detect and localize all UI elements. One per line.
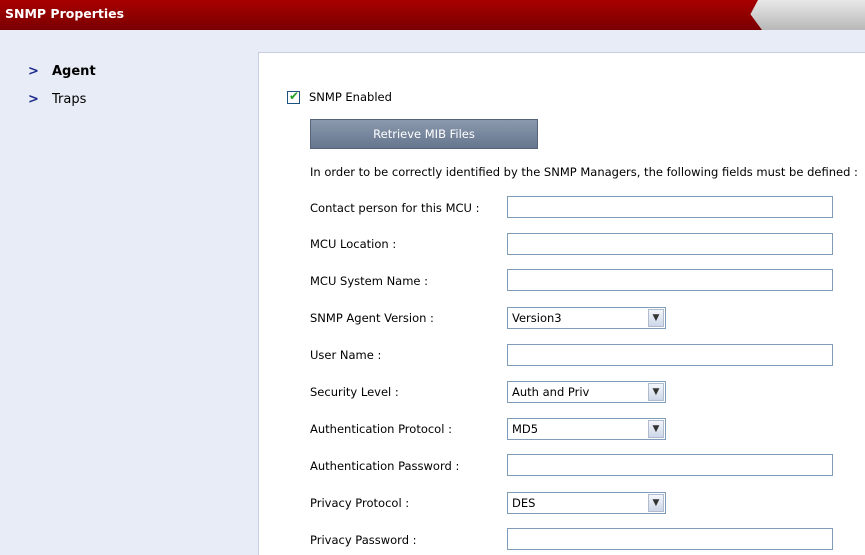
select-value: DES	[512, 496, 536, 510]
chevron-right-icon: >	[28, 63, 39, 79]
privacy-password-input[interactable]	[507, 528, 833, 550]
mcu-system-name-label: MCU System Name :	[310, 274, 429, 288]
contact-person-input[interactable]	[507, 196, 833, 218]
agent-panel: ✔ SNMP Enabled Retrieve MIB Files In ord…	[258, 52, 865, 555]
chevron-down-icon[interactable]: ▼	[648, 309, 664, 327]
left-nav: > Agent > Traps	[0, 52, 258, 555]
snmp-enabled-checkbox[interactable]: ✔	[287, 88, 300, 104]
nav-item-agent[interactable]: > Agent	[28, 62, 96, 80]
chevron-down-icon[interactable]: ▼	[648, 383, 664, 401]
authentication-password-input[interactable]	[507, 454, 833, 476]
privacy-protocol-label: Privacy Protocol :	[310, 496, 410, 510]
title-bar-tab	[742, 0, 865, 30]
chevron-down-icon[interactable]: ▼	[648, 420, 664, 438]
header-strip	[0, 30, 865, 52]
authentication-protocol-label: Authentication Protocol :	[310, 422, 452, 436]
snmp-enabled-row: ✔ SNMP Enabled	[287, 88, 392, 104]
chevron-right-icon: >	[28, 91, 39, 107]
retrieve-mib-files-button[interactable]: Retrieve MIB Files	[310, 119, 538, 149]
nav-item-label: Agent	[52, 63, 96, 79]
chevron-down-icon[interactable]: ▼	[648, 494, 664, 512]
snmp-agent-version-select[interactable]: Version3 ▼	[507, 307, 666, 329]
checkmark-icon: ✔	[289, 88, 300, 103]
authentication-protocol-select[interactable]: MD5 ▼	[507, 418, 666, 440]
user-name-label: User Name :	[310, 348, 382, 362]
select-value: Version3	[512, 311, 562, 325]
mcu-location-input[interactable]	[507, 233, 833, 255]
nav-item-label: Traps	[52, 91, 87, 107]
security-level-label: Security Level :	[310, 385, 399, 399]
mcu-system-name-input[interactable]	[507, 269, 833, 291]
user-name-input[interactable]	[507, 344, 833, 366]
privacy-protocol-select[interactable]: DES ▼	[507, 492, 666, 514]
security-level-select[interactable]: Auth and Priv ▼	[507, 381, 666, 403]
authentication-password-label: Authentication Password :	[310, 459, 460, 473]
snmp-agent-version-label: SNMP Agent Version :	[310, 311, 434, 325]
privacy-password-label: Privacy Password :	[310, 533, 417, 547]
info-text: In order to be correctly identified by t…	[310, 165, 858, 179]
contact-person-label: Contact person for this MCU :	[310, 201, 480, 215]
nav-item-traps[interactable]: > Traps	[28, 90, 86, 108]
select-value: Auth and Priv	[512, 385, 590, 399]
snmp-enabled-label: SNMP Enabled	[309, 90, 392, 104]
select-value: MD5	[512, 422, 539, 436]
title-bar: SNMP Properties	[0, 0, 865, 30]
mcu-location-label: MCU Location :	[310, 237, 397, 251]
window-title: SNMP Properties	[5, 6, 125, 21]
